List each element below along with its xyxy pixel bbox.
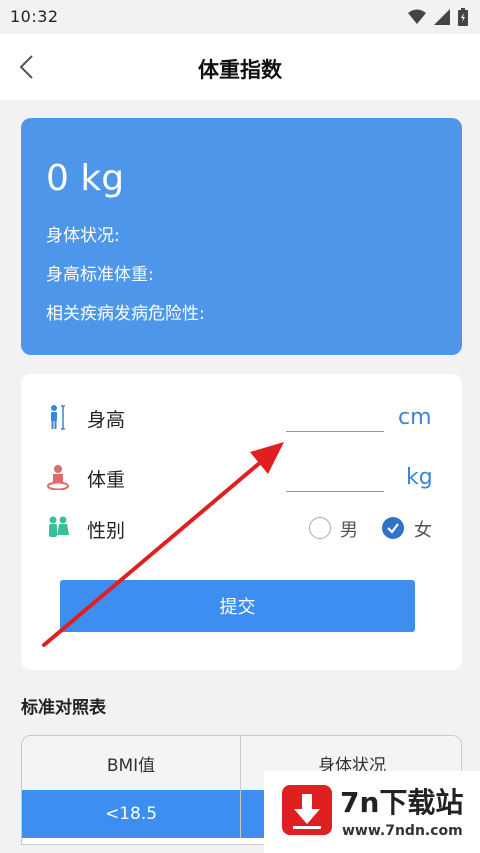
watermark: 7n下载站 www.7ndn.com: [264, 771, 480, 853]
watermark-url: www.7ndn.com: [342, 823, 463, 839]
download-logo-icon: [282, 785, 332, 835]
annotation-arrow: [42, 442, 284, 647]
watermark-title: 7n下载站: [340, 786, 464, 819]
